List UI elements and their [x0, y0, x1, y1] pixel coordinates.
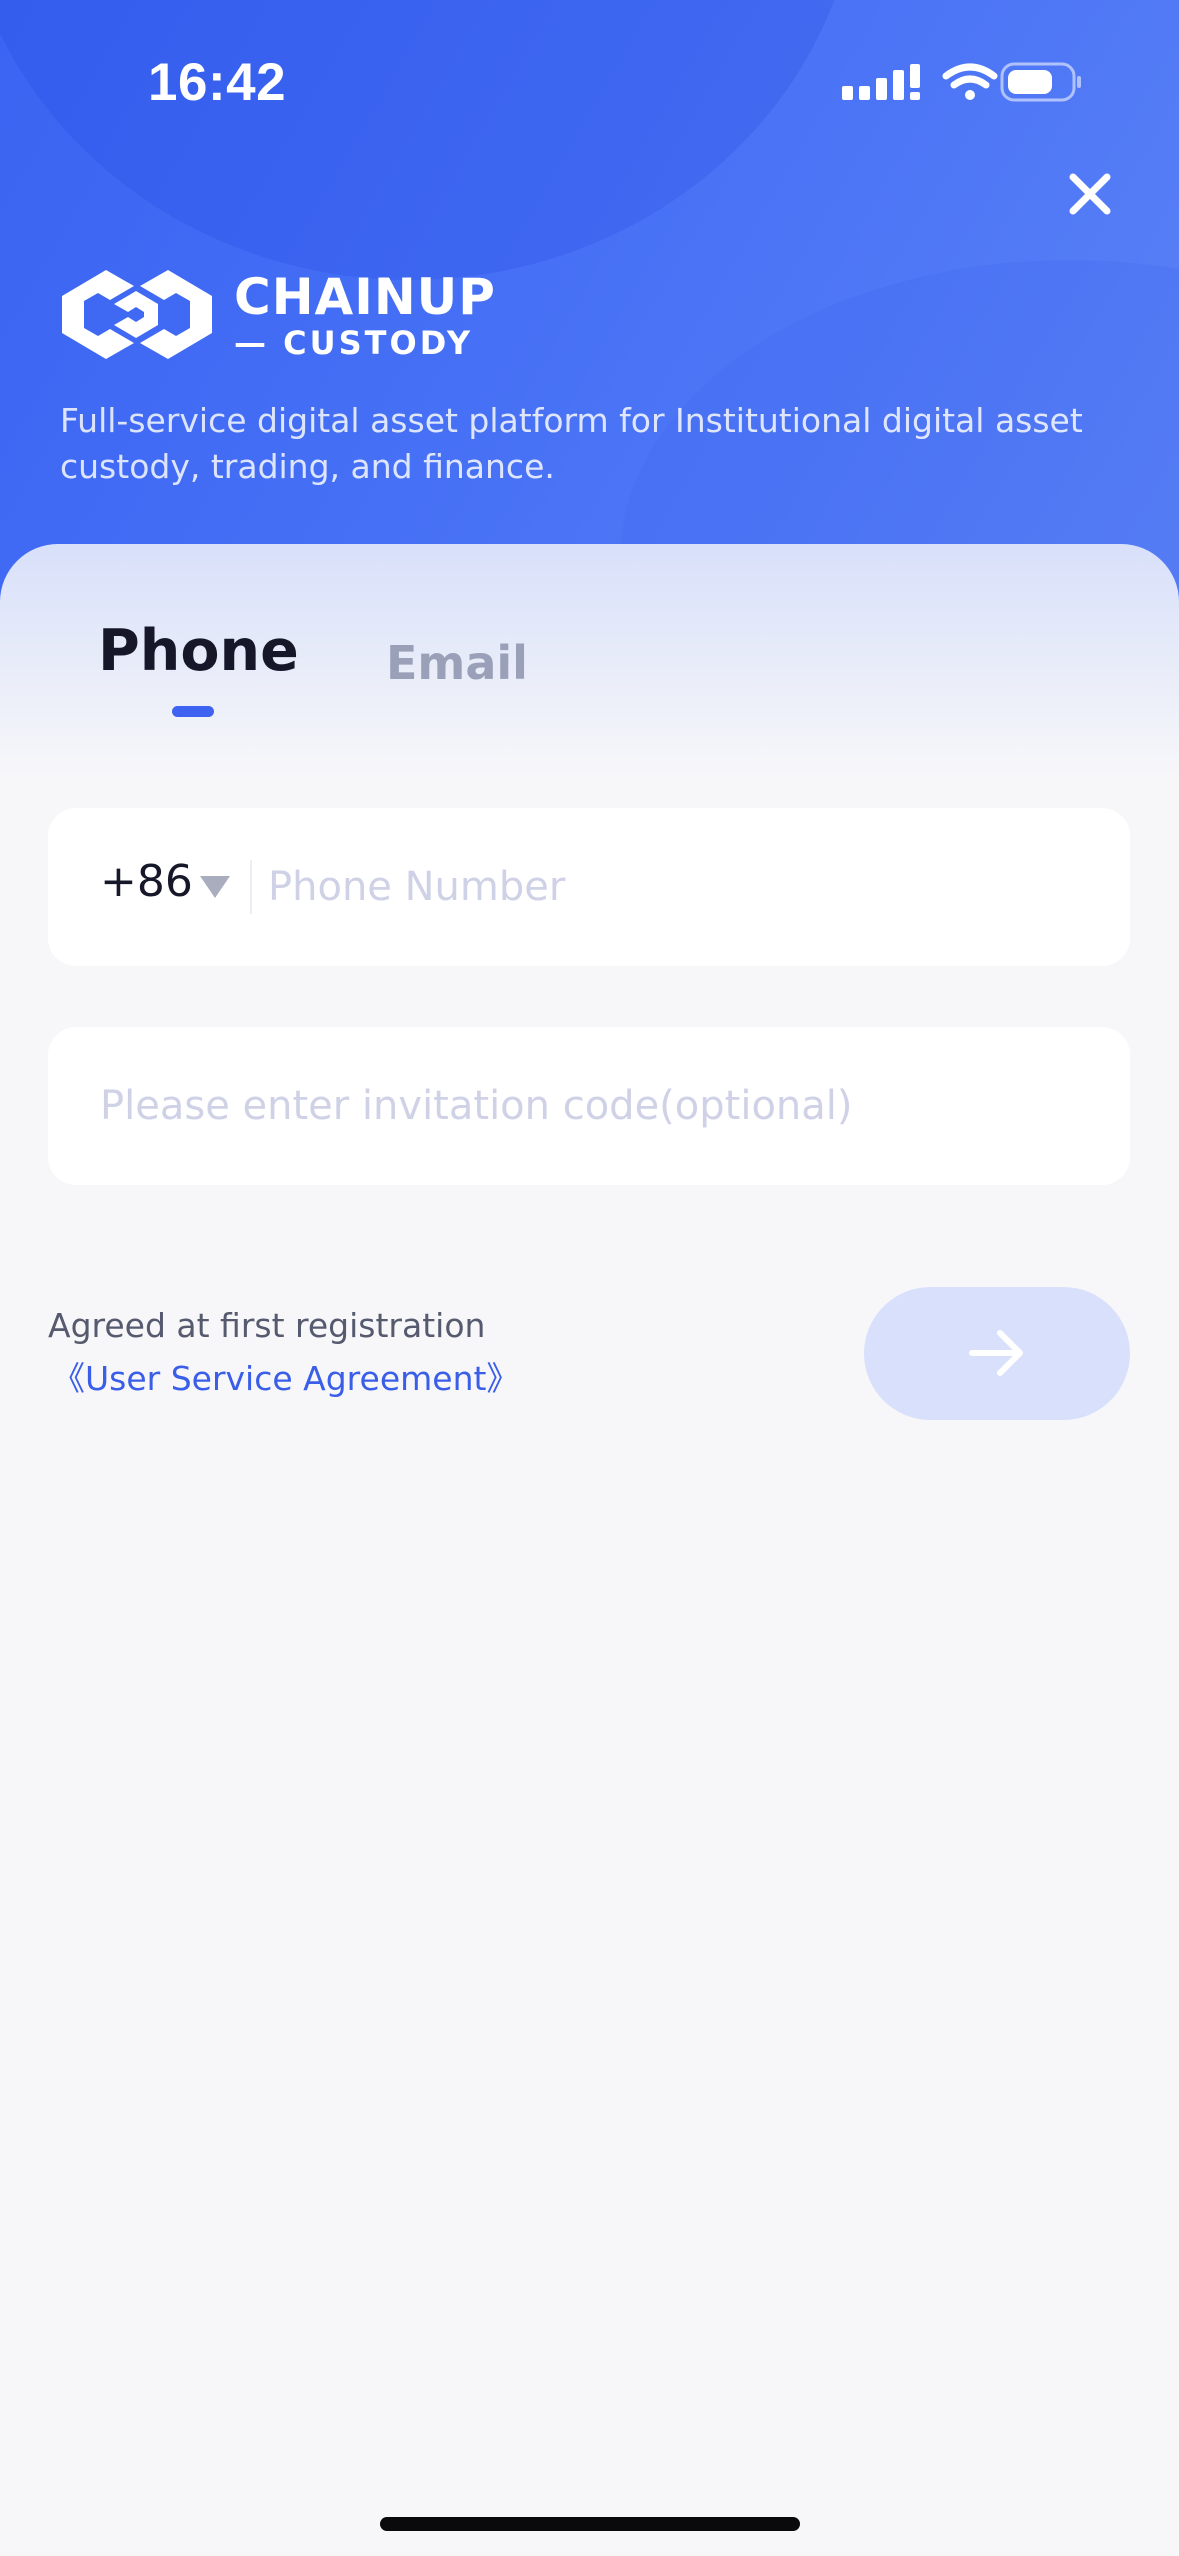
status-time: 16:42 [148, 53, 287, 112]
phone-number-input[interactable] [268, 852, 1088, 922]
logo-subtitle: — CUSTODY [234, 324, 474, 362]
tab-phone[interactable]: Phone [98, 618, 299, 684]
close-button[interactable] [1060, 164, 1120, 224]
register-screen: 16:42 CHAINUP — CUSTODY Full-service dig… [0, 0, 1179, 2556]
cellular-signal-icon [842, 64, 920, 100]
invitation-code-field [48, 1027, 1130, 1185]
chainup-logo-mark [62, 270, 212, 359]
tagline: Full-service digital asset platform for … [60, 401, 1083, 486]
logo-wordmark: CHAINUP [234, 268, 496, 326]
battery-icon [1000, 62, 1081, 102]
chainup-custody-logo: CHAINUP — CUSTODY [58, 266, 495, 366]
status-icons [842, 62, 1082, 112]
active-tab-indicator [172, 706, 214, 717]
agreement-notice: Agreed at first registration [48, 1306, 486, 1345]
tab-email[interactable]: Email [386, 636, 528, 690]
field-divider [250, 860, 252, 914]
next-button[interactable] [864, 1287, 1130, 1420]
caret-down-icon [200, 876, 230, 898]
banner-decoration [0, 0, 860, 280]
wifi-icon [942, 63, 998, 100]
user-service-agreement-link[interactable]: 《User Service Agreement》 [52, 1352, 519, 1400]
close-icon [1069, 173, 1111, 215]
phone-field: +86 [48, 808, 1130, 966]
home-indicator [380, 2517, 800, 2531]
arrow-right-icon [969, 1330, 1023, 1376]
country-code: +86 [100, 856, 193, 907]
invitation-code-input[interactable] [100, 1071, 1090, 1141]
